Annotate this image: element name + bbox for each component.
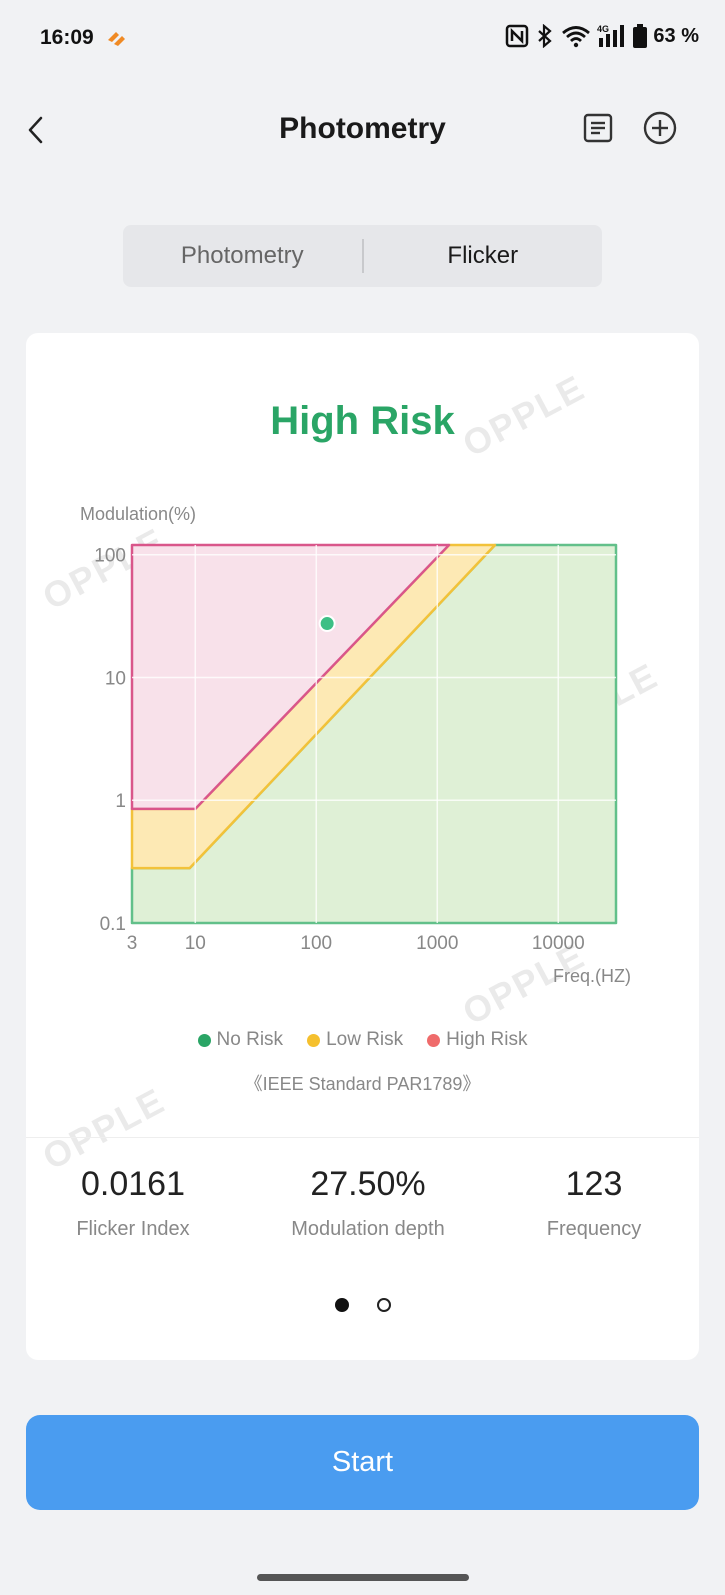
tab-flicker[interactable]: Flicker [364,242,603,270]
status-bar: 16:09 4G 63 % [0,0,725,80]
page-indicator [26,1298,699,1312]
mode-tabs: Photometry Flicker [123,225,602,287]
flicker-card: OPPLE OPPLE OPPLE OPPLE OPPLE High Risk … [26,333,699,1360]
chart-legend: No Risk Low Risk High Risk [26,1029,699,1051]
y-tick-label: 100 [94,546,126,567]
measurement-point [318,615,336,633]
status-icons: 4G 63 % [505,24,699,48]
modulation-depth-value: 27.50% [310,1165,426,1203]
legend-dot-high-risk [427,1033,441,1047]
tab-photometry[interactable]: Photometry [123,242,362,270]
legend-item-no-risk: No Risk [197,1029,284,1051]
records-button[interactable] [578,108,618,148]
y-tick-label: 1 [115,791,126,812]
y-axis-label: Modulation(%) [80,504,196,524]
modulation-depth-label: Modulation depth [291,1218,445,1240]
stat-flicker-index: 0.0161 Flicker Index [54,1165,212,1241]
battery-icon [633,24,648,48]
app-notification-icon [106,28,128,53]
stat-frequency: 123 Frequency [524,1165,664,1241]
x-tick-label: 3 [127,933,138,954]
standard-note: 《IEEE Standard PAR1789》 [244,1074,481,1094]
page-dot-1[interactable] [334,1298,349,1312]
legend-item-high-risk: High Risk [427,1029,527,1051]
add-circle-icon [643,111,677,145]
page-dot-2[interactable] [376,1298,391,1312]
nfc-icon [505,24,529,48]
wifi-icon [561,24,591,48]
x-axis-label: Freq.(HZ) [553,966,631,986]
stat-modulation-depth: 27.50% Modulation depth [262,1165,474,1241]
list-icon [583,113,613,143]
flicker-chart-svg: 3 10 100 1000 10000 100 10 1 0.1 Modulation(%) Fre… [80,504,631,986]
svg-text:4G: 4G [597,24,609,34]
header-bar: Photometry [0,90,725,170]
x-tick-label: 10000 [532,933,585,954]
add-button[interactable] [640,108,680,148]
legend-label: No Risk [216,1029,284,1050]
divider [26,1137,699,1138]
legend-label: Low Risk [326,1029,404,1050]
bluetooth-icon [535,24,555,48]
x-tick-label: 100 [300,933,332,954]
flicker-index-value: 0.0161 [81,1165,185,1203]
home-indicator[interactable] [257,1574,469,1581]
flicker-index-label: Flicker Index [76,1218,190,1240]
y-tick-label: 0.1 [100,914,126,935]
frequency-label: Frequency [546,1218,642,1240]
legend-label: High Risk [446,1029,528,1050]
start-button[interactable]: Start [26,1415,699,1510]
status-time: 16:09 [40,26,94,49]
legend-item-low-risk: Low Risk [307,1029,403,1051]
legend-dot-no-risk [197,1033,211,1047]
legend-dot-low-risk [307,1033,321,1047]
y-tick-label: 10 [105,668,126,689]
x-tick-label: 1000 [416,933,458,954]
signal-4g-icon: 4G [597,24,627,48]
frequency-value: 123 [565,1165,623,1203]
x-tick-label: 10 [185,933,206,954]
battery-percentage: 63 % [653,24,699,47]
